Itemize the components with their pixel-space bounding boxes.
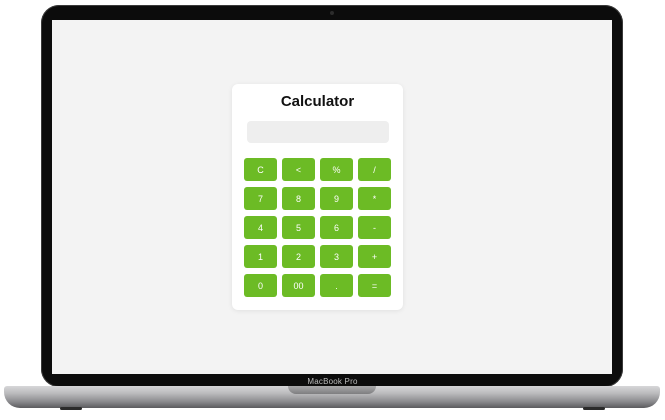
key-multiply[interactable]: * (358, 187, 391, 210)
device-brand-label: MacBook Pro (307, 377, 358, 386)
key-subtract[interactable]: - (358, 216, 391, 239)
key-9[interactable]: 9 (320, 187, 353, 210)
keypad: C < % / 7 8 9 * 4 5 6 - 1 2 3 + 0 00 . = (244, 158, 392, 297)
laptop-bezel: Calculator C < % / 7 8 9 * 4 5 6 - 1 2 3… (41, 5, 623, 387)
key-5[interactable]: 5 (282, 216, 315, 239)
key-clear[interactable]: C (244, 158, 277, 181)
camera-icon (330, 11, 334, 15)
calculator-title: Calculator (280, 93, 355, 110)
key-percent[interactable]: % (320, 158, 353, 181)
calculator-display[interactable] (247, 121, 389, 143)
key-add[interactable]: + (358, 245, 391, 268)
key-0[interactable]: 0 (244, 274, 277, 297)
key-decimal[interactable]: . (320, 274, 353, 297)
laptop-foot-right (583, 407, 605, 410)
laptop-mockup: Calculator C < % / 7 8 9 * 4 5 6 - 1 2 3… (0, 0, 665, 420)
key-backspace[interactable]: < (282, 158, 315, 181)
key-1[interactable]: 1 (244, 245, 277, 268)
calculator-card: Calculator C < % / 7 8 9 * 4 5 6 - 1 2 3… (232, 84, 403, 310)
key-4[interactable]: 4 (244, 216, 277, 239)
key-00[interactable]: 00 (282, 274, 315, 297)
laptop-screen: Calculator C < % / 7 8 9 * 4 5 6 - 1 2 3… (52, 20, 612, 374)
key-divide[interactable]: / (358, 158, 391, 181)
laptop-foot-left (60, 407, 82, 410)
key-equals[interactable]: = (358, 274, 391, 297)
key-2[interactable]: 2 (282, 245, 315, 268)
key-3[interactable]: 3 (320, 245, 353, 268)
key-8[interactable]: 8 (282, 187, 315, 210)
laptop-hinge-notch (288, 386, 376, 394)
key-7[interactable]: 7 (244, 187, 277, 210)
key-6[interactable]: 6 (320, 216, 353, 239)
